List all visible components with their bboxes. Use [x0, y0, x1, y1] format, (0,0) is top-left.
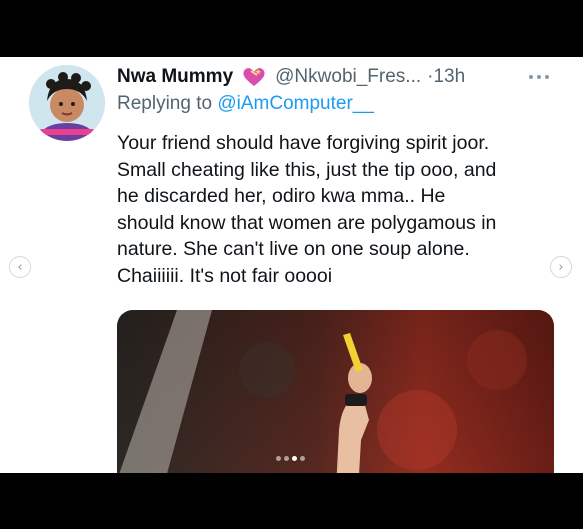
tweet-text-line: Your friend should have forgiving spirit…: [117, 132, 490, 154]
tweet-text: Your friend should have forgiving spirit…: [117, 130, 567, 289]
replying-to: Replying to @iAmComputer__: [117, 93, 374, 115]
tweet-card: Nwa Mummy @Nkwobi_Fres... ·13h Replying …: [0, 57, 583, 473]
carousel-dot[interactable]: [284, 456, 289, 461]
carousel-dot[interactable]: [300, 456, 305, 461]
replying-to-label: Replying to: [117, 93, 218, 114]
tweet-text-line: should know that women are polygamous in: [117, 211, 497, 234]
avatar[interactable]: [29, 65, 105, 141]
reply-mention-link[interactable]: @iAmComputer__: [217, 93, 374, 114]
tweet-time[interactable]: ·13h: [427, 66, 465, 88]
tweet-text-line: Small cheating like this, just the tip o…: [117, 158, 497, 181]
chevron-left-icon[interactable]: ‹: [9, 256, 31, 278]
tweet-text-line: he discarded her, odiro kwa mma.. He: [117, 185, 446, 207]
chevron-right-icon[interactable]: ›: [550, 256, 572, 278]
author-name[interactable]: Nwa Mummy: [117, 66, 233, 88]
heart-emoji-icon: [241, 66, 267, 88]
more-options-icon[interactable]: [524, 65, 554, 89]
tweet-text-line: nature. She can't live on one soup alone…: [117, 238, 470, 260]
tweet-header: Nwa Mummy @Nkwobi_Fres... ·13h: [117, 65, 465, 89]
carousel-dot[interactable]: [276, 456, 281, 461]
carousel-dot-active[interactable]: [292, 456, 297, 461]
tweet-media-photo[interactable]: [117, 310, 554, 473]
tweet-text-line: Chaiiiiii. It's not fair ooooi: [117, 264, 333, 287]
carousel-pagination: [276, 456, 305, 461]
author-handle[interactable]: @Nkwobi_Fres...: [275, 66, 421, 88]
